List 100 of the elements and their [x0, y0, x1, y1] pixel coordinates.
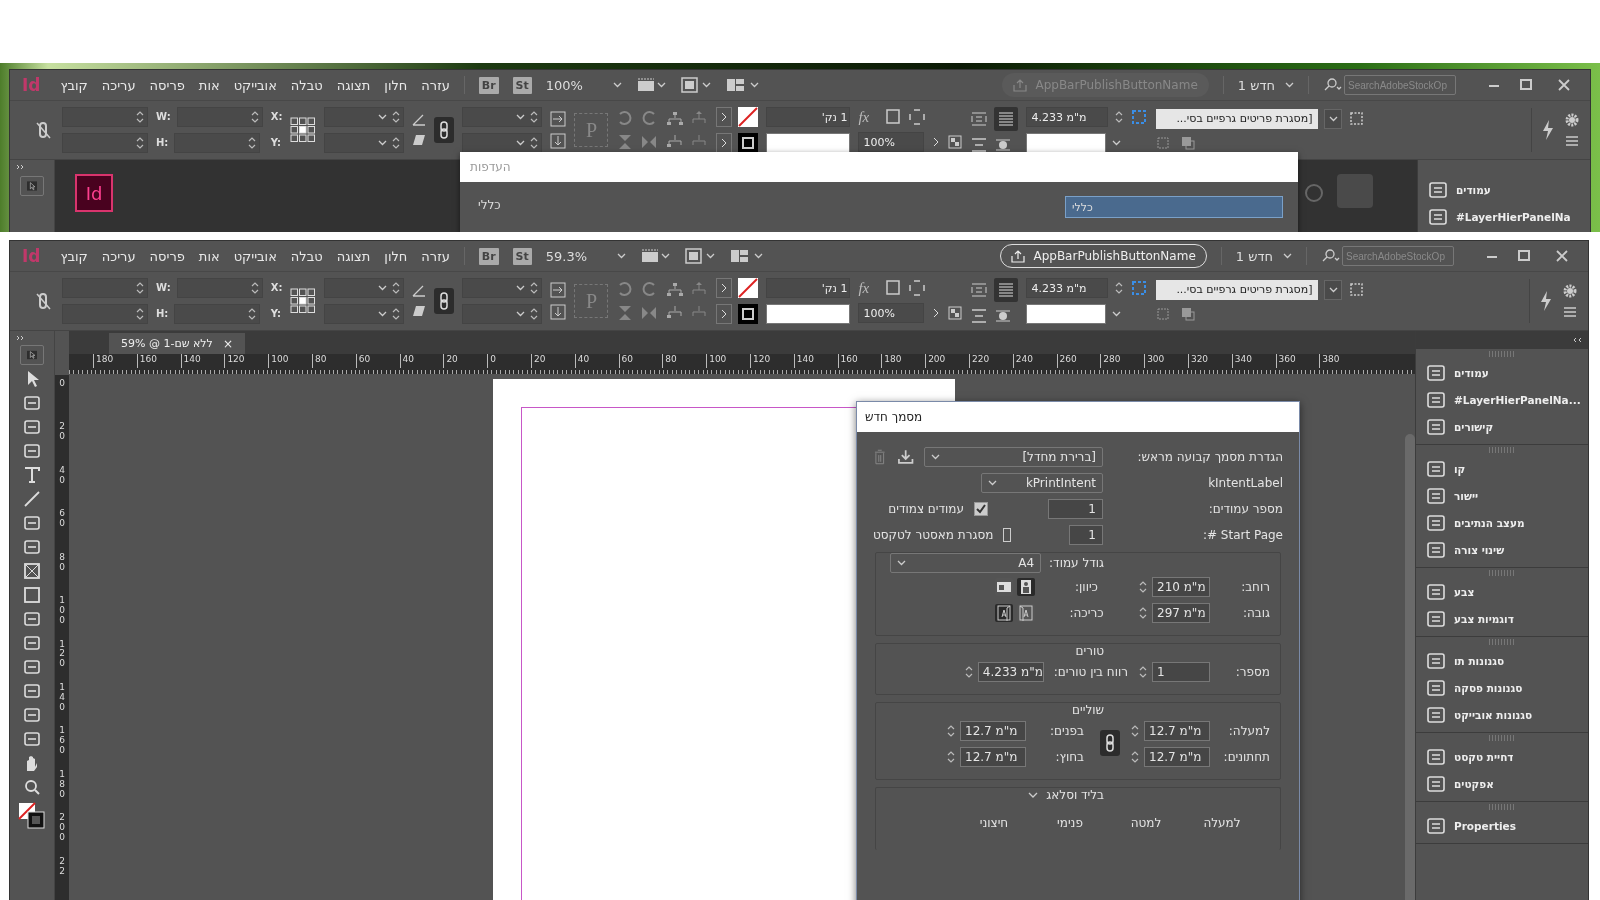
spinner-icon[interactable] [1130, 723, 1140, 739]
arrange-icon[interactable] [730, 248, 765, 264]
settings-icon[interactable] [1564, 112, 1580, 128]
checkbox[interactable] [974, 501, 988, 516]
arrange-icon[interactable] [725, 77, 760, 93]
spinner-icon[interactable] [247, 306, 258, 322]
menu-item[interactable]: עזרה [421, 248, 450, 264]
wrap-around-icon[interactable] [994, 107, 1019, 131]
spinner-icon[interactable] [529, 306, 540, 322]
panel-item[interactable]: סגנונות פסקה [1416, 674, 1588, 701]
menu-item[interactable]: תצוגה [336, 77, 371, 93]
input-field[interactable] [176, 278, 263, 298]
menu-item[interactable]: קובץ [60, 77, 88, 93]
menu-item[interactable]: עריכה [101, 248, 136, 264]
preset-dropdown[interactable]: [ברירת מחדל] [923, 446, 1103, 467]
menu-item[interactable]: עזרה [421, 77, 450, 93]
gutter-field[interactable]: 4.233 מ"מ [977, 662, 1044, 682]
align-right-icon[interactable] [550, 111, 567, 127]
menu-item[interactable]: אות [198, 77, 220, 93]
spinner-icon[interactable] [135, 306, 145, 322]
spinner-icon[interactable] [946, 749, 956, 765]
select-container-icon[interactable] [666, 111, 685, 127]
panel-item[interactable]: דוגמיות צבע [1416, 605, 1588, 632]
spinner-icon[interactable] [1114, 280, 1125, 296]
chevron-icon[interactable] [716, 107, 733, 127]
drop-shadow-icon[interactable] [884, 279, 903, 297]
stroke-weight-dropdown[interactable]: 1 נק' [766, 278, 851, 298]
input-field[interactable] [174, 133, 261, 153]
spinner-icon[interactable] [391, 280, 402, 296]
spinner-icon[interactable] [391, 109, 402, 125]
settings-icon[interactable] [1562, 283, 1578, 299]
spinner-icon[interactable] [391, 306, 402, 322]
stock-button[interactable]: St [512, 247, 532, 265]
link-icon[interactable] [434, 117, 455, 143]
menu-item[interactable]: פריסה [149, 248, 185, 264]
jump-column-icon[interactable] [994, 137, 1013, 153]
panel-item[interactable]: #LayerHierPanelNa... [1416, 386, 1588, 413]
align-down-icon[interactable] [550, 304, 567, 320]
input-field[interactable] [176, 107, 263, 127]
stroke-style-dropdown[interactable] [1026, 133, 1107, 153]
menu-item[interactable]: חלון [384, 248, 408, 264]
menu-item[interactable]: עריכה [101, 77, 136, 93]
corner-options-icon[interactable] [908, 279, 927, 297]
text-wrap-icon[interactable] [970, 282, 989, 298]
binding-icon[interactable] [995, 604, 1013, 622]
input-field[interactable] [62, 278, 148, 298]
gap-field[interactable]: 4.233 מ"מ [1026, 107, 1109, 127]
menu-item[interactable]: טבלה [290, 248, 323, 264]
document-dropdown[interactable]: חדש 1 [1237, 77, 1294, 93]
stock-button[interactable]: St [512, 76, 532, 94]
checker-icon[interactable] [948, 135, 963, 149]
document-tab[interactable]: ללא שם-1 @ 59% × [109, 333, 245, 354]
stroke-type-dropdown[interactable] [766, 304, 851, 324]
panel-item[interactable]: מעצב הנתיבים [1416, 509, 1588, 536]
collapse-icon[interactable] [16, 335, 26, 341]
menu-icon[interactable] [1562, 305, 1578, 319]
menu-item[interactable]: תצוגה [336, 248, 371, 264]
input-field[interactable]: 12.7 מ"מ [1144, 747, 1210, 767]
height-field[interactable]: 297 מ"מ [1152, 603, 1210, 623]
spinner-icon[interactable] [1138, 664, 1148, 680]
constrain-icon[interactable] [34, 120, 54, 140]
panel-item[interactable]: סגנונות אובייקט [1416, 701, 1588, 728]
panel-item[interactable]: אפקטים [1416, 770, 1588, 797]
input-field[interactable]: 1 [1152, 662, 1210, 682]
input-field[interactable]: 12.7 מ"מ [1144, 721, 1210, 741]
fill-stroke-swatch-icon[interactable] [17, 801, 47, 831]
constrain-icon[interactable] [34, 291, 54, 311]
panel-item[interactable]: יישור [1416, 482, 1588, 509]
spinner-icon[interactable] [249, 280, 260, 296]
link-icon[interactable] [1100, 730, 1120, 756]
spinner-icon[interactable] [247, 135, 258, 151]
page-size-dropdown[interactable]: A4 [890, 553, 1042, 573]
menu-item[interactable]: אובייקט [233, 77, 277, 93]
spinner-icon[interactable] [529, 135, 540, 151]
menu-item[interactable]: חלון [384, 77, 408, 93]
effects-icon[interactable]: fx [858, 108, 879, 126]
lightning-icon[interactable] [1538, 290, 1554, 312]
stroke-swatch-icon[interactable] [738, 133, 759, 153]
panel-item[interactable]: דחיית טקסט [1416, 743, 1588, 770]
spinner-icon[interactable] [529, 109, 540, 125]
panel-item[interactable]: עמודים [1418, 176, 1590, 203]
jump-object-icon[interactable] [970, 308, 989, 324]
chevron-icon[interactable] [716, 304, 733, 324]
spinner-icon[interactable] [135, 109, 145, 125]
spinner-icon[interactable] [946, 723, 956, 739]
align-down-icon[interactable] [550, 133, 567, 149]
binding-icon[interactable] [1017, 604, 1035, 622]
search-icon[interactable] [1323, 78, 1343, 92]
portrait-icon[interactable] [1017, 578, 1035, 596]
collapse-icon[interactable] [1572, 337, 1582, 343]
stroke-type-dropdown[interactable] [766, 133, 851, 153]
bridge-button[interactable]: Br [478, 247, 499, 265]
input-field[interactable] [62, 133, 148, 153]
spinner-icon[interactable] [135, 280, 145, 296]
gap-field[interactable]: 4.233 מ"מ [1026, 278, 1109, 298]
input-field[interactable]: 12.7 מ"מ [960, 747, 1026, 767]
menu-item[interactable]: אובייקט [233, 248, 277, 264]
menu-item[interactable]: פריסה [149, 77, 185, 93]
guides-icon[interactable] [635, 77, 666, 93]
link-icon[interactable] [434, 288, 455, 314]
